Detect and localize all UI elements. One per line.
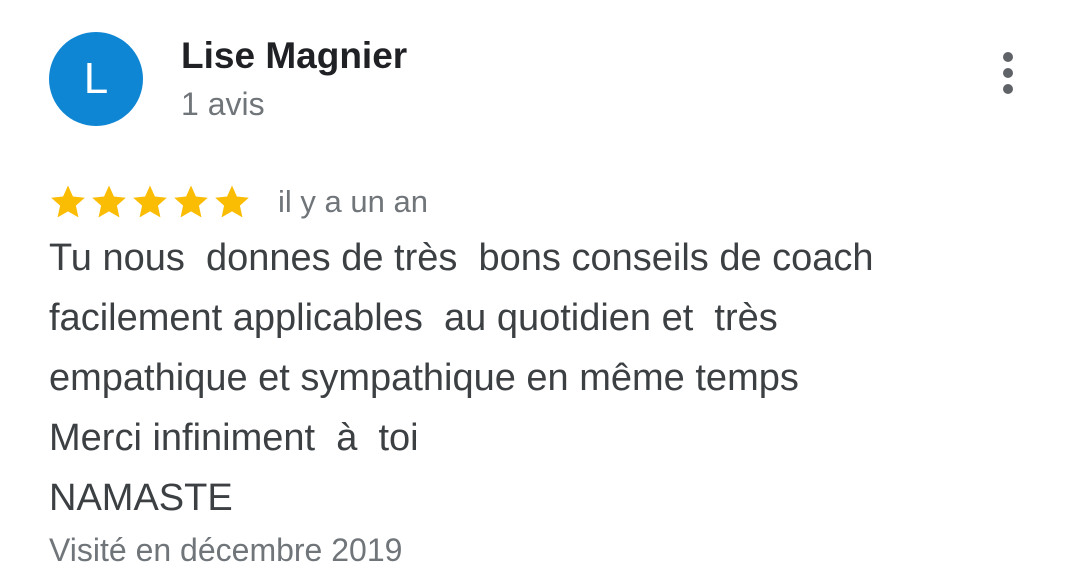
- review-date: il y a un an: [278, 184, 428, 219]
- more-vert-icon: [1003, 52, 1013, 94]
- star-icon: [174, 185, 208, 218]
- review-text-line: Tu nous donnes de très bons conseils de …: [49, 237, 874, 279]
- review-text: Tu nous donnes de très bons conseils de …: [49, 228, 1039, 528]
- review-count: 1 avis: [181, 86, 265, 122]
- more-options-button[interactable]: [990, 50, 1026, 96]
- star-icon: [51, 185, 85, 218]
- avatar[interactable]: L: [49, 32, 143, 126]
- reviewer-name[interactable]: Lise Magnier: [181, 34, 407, 78]
- review-text-line: Merci infiniment à toi: [49, 417, 419, 459]
- star-rating: [49, 183, 251, 221]
- review-text-line: NAMASTE: [49, 477, 233, 519]
- review-text-line: empathique et sympathique en même temps: [49, 357, 799, 399]
- review-card: L Lise Magnier 1 avis il y a un an Tu no…: [0, 0, 1080, 569]
- review-text-line: facilement applicables au quotidien et t…: [49, 297, 778, 339]
- rating-row: il y a un an: [49, 178, 428, 226]
- visit-date: Visité en décembre 2019: [49, 532, 403, 568]
- star-icon: [92, 185, 126, 218]
- star-icon: [215, 185, 249, 218]
- star-icon: [133, 185, 167, 218]
